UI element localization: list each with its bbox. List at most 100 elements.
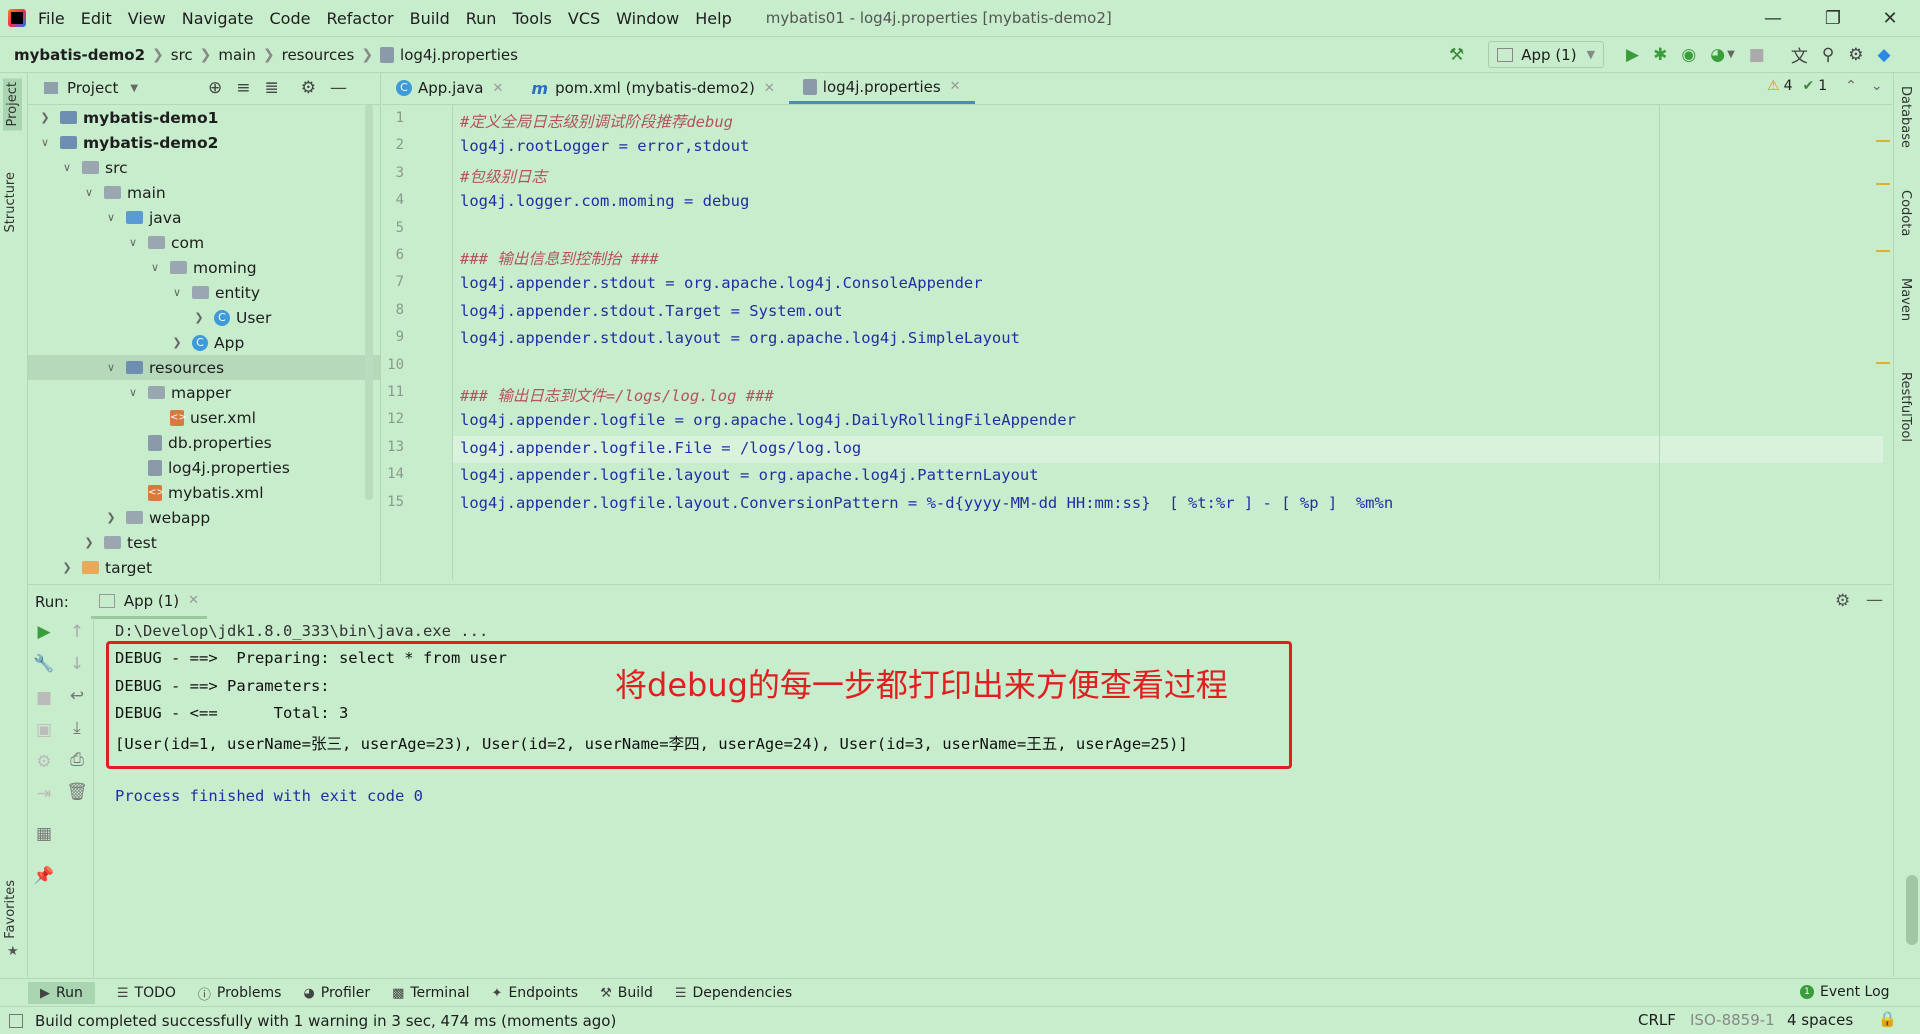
console-scrollbar[interactable] — [1906, 875, 1918, 945]
tree-item[interactable]: <> user.xml — [28, 405, 380, 430]
stop-icon[interactable]: ■ — [31, 688, 57, 708]
structure-tool-tab[interactable]: Structure — [3, 172, 18, 232]
search-icon[interactable]: ⚲ — [1822, 45, 1834, 65]
tab-pom-xml[interactable]: m pom.xml (mybatis-demo2) ✕ — [517, 72, 788, 104]
minimize-button[interactable]: — — [1745, 0, 1801, 36]
codota-tool-tab[interactable]: Codota — [1898, 190, 1913, 236]
tree-item[interactable]: db.properties — [28, 430, 380, 455]
chevron-down-icon[interactable]: ⌄ — [1871, 78, 1883, 94]
tree-item[interactable]: ❯ webapp — [28, 505, 380, 530]
lock-icon[interactable]: 🔒 — [1878, 1010, 1897, 1028]
chevron-down-icon[interactable]: ∨ — [104, 211, 118, 224]
chevron-up-icon[interactable]: ⌃ — [1845, 78, 1857, 94]
tree-item[interactable]: ∨ entity — [28, 280, 380, 305]
bottom-tab-terminal[interactable]: ▩ Terminal — [392, 985, 469, 1001]
translate-icon[interactable]: 文 — [1791, 42, 1808, 67]
debug-bug-icon[interactable]: ✱ — [1653, 45, 1667, 65]
chevron-down-icon[interactable]: ∨ — [60, 161, 74, 174]
restfultool-tool-tab[interactable]: RestfulTool — [1898, 372, 1913, 442]
close-icon[interactable]: ✕ — [950, 79, 961, 94]
tab-log4j-properties[interactable]: log4j.properties ✕ — [788, 72, 975, 104]
tree-item[interactable]: ❯ C App — [28, 330, 380, 355]
arrow-up-icon[interactable]: ↑ — [64, 622, 90, 642]
menu-item-refactor[interactable]: Refactor — [326, 9, 393, 28]
gear-icon[interactable]: ⚙ — [1848, 45, 1863, 65]
tree-scrollbar[interactable] — [365, 105, 373, 500]
project-tool-tab[interactable]: Project — [3, 78, 22, 131]
database-tool-tab[interactable]: Database — [1898, 86, 1913, 148]
arrow-down-icon[interactable]: ↓ — [64, 654, 90, 674]
menu-item-navigate[interactable]: Navigate — [182, 9, 254, 28]
pin-icon[interactable]: 📌 — [31, 866, 57, 886]
chevron-down-icon[interactable]: ∨ — [126, 236, 140, 249]
coverage-icon[interactable]: ◉ — [1681, 45, 1696, 65]
layout-icon[interactable]: ▦ — [31, 824, 57, 844]
breadcrumb-item[interactable]: resources — [282, 46, 355, 64]
trash-icon[interactable]: 🗑 — [64, 782, 90, 802]
warning-marker[interactable] — [1876, 250, 1890, 252]
warning-marker[interactable] — [1876, 362, 1890, 364]
hide-panel-icon[interactable]: — — [330, 78, 347, 98]
menu-item-help[interactable]: Help — [695, 9, 731, 28]
chevron-down-icon[interactable]: ∨ — [148, 261, 162, 274]
tree-item[interactable]: ∨ mybatis-demo2 — [28, 130, 380, 155]
collapse-all-icon[interactable]: ≣ — [265, 78, 279, 98]
inspection-widget[interactable]: ⚠ 4 ✔ 1 ⌃ ⌄ — [1767, 78, 1883, 94]
bottom-tab-problems[interactable]: ⓘ Problems — [198, 984, 282, 1003]
favorites-tool-tab[interactable]: Favorites — [3, 880, 18, 939]
gear-icon[interactable]: ⚙ — [31, 752, 57, 772]
restore-button[interactable]: ❐ — [1805, 0, 1861, 36]
scroll-to-end-icon[interactable]: ⤓ — [64, 718, 90, 738]
bottom-tab-profiler[interactable]: ◕ Profiler — [303, 985, 370, 1001]
status-panel-icon[interactable] — [9, 1013, 23, 1028]
tree-item[interactable]: ❯ C User — [28, 305, 380, 330]
chevron-right-icon[interactable]: ❯ — [82, 536, 96, 549]
warning-marker[interactable] — [1876, 140, 1890, 142]
chevron-down-icon[interactable]: ∨ — [170, 286, 184, 299]
tree-item[interactable]: ∨ resources — [28, 355, 380, 380]
line-separator[interactable]: CRLF — [1638, 1011, 1676, 1029]
tree-item[interactable]: ∨ moming — [28, 255, 380, 280]
tree-item[interactable]: ❯ test — [28, 530, 380, 555]
bottom-tab-endpoints[interactable]: ✦ Endpoints — [492, 985, 579, 1001]
chevron-right-icon[interactable]: ❯ — [60, 561, 74, 574]
close-window-button[interactable]: ✕ — [1862, 0, 1918, 36]
profile-icon[interactable]: ◕ — [1710, 45, 1725, 65]
project-panel-title[interactable]: Project — [67, 79, 118, 97]
code-editor[interactable]: #定义全局日志级别调试阶段推荐debug log4j.rootLogger = e… — [452, 105, 1883, 580]
indent-setting[interactable]: 4 spaces — [1787, 1011, 1853, 1029]
breadcrumb-item[interactable]: mybatis-demo2 — [14, 46, 145, 64]
exit-icon[interactable]: ⇥ — [31, 784, 57, 804]
wrench-icon[interactable]: 🔧 — [31, 654, 57, 674]
tree-item[interactable]: ∨ mapper — [28, 380, 380, 405]
tab-app-java[interactable]: C App.java ✕ — [382, 72, 517, 104]
locate-icon[interactable]: ⊕ — [208, 78, 222, 98]
menu-item-run[interactable]: Run — [466, 9, 497, 28]
breadcrumb-item[interactable]: main — [218, 46, 255, 64]
menu-item-build[interactable]: Build — [410, 9, 450, 28]
tree-item[interactable]: log4j.properties — [28, 455, 380, 480]
menu-item-window[interactable]: Window — [616, 9, 679, 28]
chevron-right-icon[interactable]: ❯ — [192, 311, 206, 324]
breadcrumb-item[interactable]: log4j.properties — [400, 46, 518, 64]
camera-icon[interactable]: ▣ — [31, 720, 57, 740]
tree-item[interactable]: ❯ target — [28, 555, 380, 580]
bottom-tab-todo[interactable]: ☰ TODO — [117, 985, 176, 1001]
close-icon[interactable]: ✕ — [188, 593, 199, 608]
rerun-icon[interactable]: ▶ — [31, 622, 57, 642]
close-icon[interactable]: ✕ — [493, 81, 504, 96]
bottom-tab-run[interactable]: ▶ Run — [28, 982, 95, 1004]
tree-item[interactable]: ∨ com — [28, 230, 380, 255]
tree-item[interactable]: ∨ src — [28, 155, 380, 180]
tree-item[interactable]: ∨ main — [28, 180, 380, 205]
panel-divider[interactable] — [380, 72, 381, 582]
expand-all-icon[interactable]: ≡ — [236, 78, 250, 98]
chevron-down-icon[interactable]: ∨ — [82, 186, 96, 199]
close-icon[interactable]: ✕ — [764, 81, 775, 96]
gear-icon[interactable]: ⚙ — [301, 78, 316, 98]
run-tab-app[interactable]: App (1) ✕ — [90, 585, 208, 619]
print-icon[interactable]: ⎙ — [64, 750, 90, 770]
menu-item-file[interactable]: File — [38, 9, 65, 28]
chevron-down-icon[interactable]: ∨ — [104, 361, 118, 374]
chevron-down-icon[interactable]: ▼ — [130, 83, 138, 94]
